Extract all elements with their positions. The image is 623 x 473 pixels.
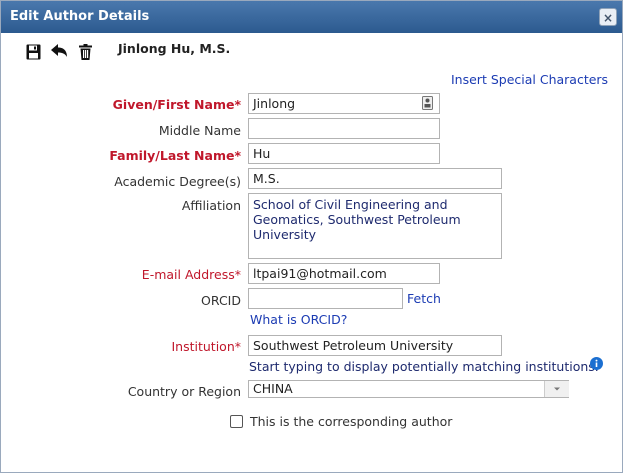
insert-special-characters-link[interactable]: Insert Special Characters — [451, 72, 608, 87]
orcid-input[interactable] — [248, 288, 403, 309]
corresponding-author-checkbox[interactable] — [230, 415, 243, 428]
affiliation-label: Affiliation — [181, 198, 241, 213]
academic-degree-label: Academic Degree(s) — [114, 174, 241, 189]
author-heading: Jinlong Hu, M.S. — [118, 41, 231, 56]
institution-label: Institution* — [171, 339, 241, 354]
affiliation-textarea[interactable]: School of Civil Engineering and Geomatic… — [248, 193, 502, 259]
given-name-label: Given/First Name* — [112, 97, 241, 112]
close-icon[interactable]: × — [603, 11, 613, 25]
country-select[interactable]: CHINA — [248, 380, 569, 398]
institution-help-text: Start typing to display potentially matc… — [249, 359, 599, 374]
country-dropdown-button[interactable] — [544, 381, 569, 397]
middle-name-input[interactable] — [248, 118, 440, 139]
what-is-orcid-link[interactable]: What is ORCID? — [250, 312, 347, 327]
orcid-label: ORCID — [201, 293, 241, 308]
family-name-input[interactable]: Hu — [248, 143, 440, 164]
middle-name-label: Middle Name — [158, 123, 241, 138]
dialog-titlebar[interactable]: Edit Author Details × — [1, 1, 622, 33]
edit-author-dialog: Edit Author Details × Jinlong Hu, M.S. I… — [0, 0, 623, 473]
academic-degree-input[interactable]: M.S. — [248, 168, 502, 189]
country-label: Country or Region — [127, 384, 241, 399]
keyboard-icon[interactable] — [422, 96, 433, 110]
chevron-down-icon[interactable] — [545, 381, 569, 397]
save-icon[interactable] — [26, 44, 41, 60]
orcid-fetch-link[interactable]: Fetch — [407, 291, 441, 306]
family-name-label: Family/Last Name* — [109, 148, 241, 163]
institution-input[interactable]: Southwest Petroleum University — [248, 335, 502, 356]
dialog-title: Edit Author Details — [10, 9, 150, 24]
corresponding-author-label[interactable]: This is the corresponding author — [250, 414, 452, 429]
email-input[interactable]: ltpai91@hotmail.com — [248, 263, 440, 284]
info-icon[interactable] — [590, 357, 603, 370]
close-button[interactable]: × — [599, 8, 617, 26]
undo-icon[interactable] — [51, 44, 68, 59]
given-name-input[interactable]: Jinlong — [248, 93, 440, 114]
trash-icon[interactable] — [79, 44, 92, 60]
email-label: E-mail Address* — [141, 267, 241, 282]
